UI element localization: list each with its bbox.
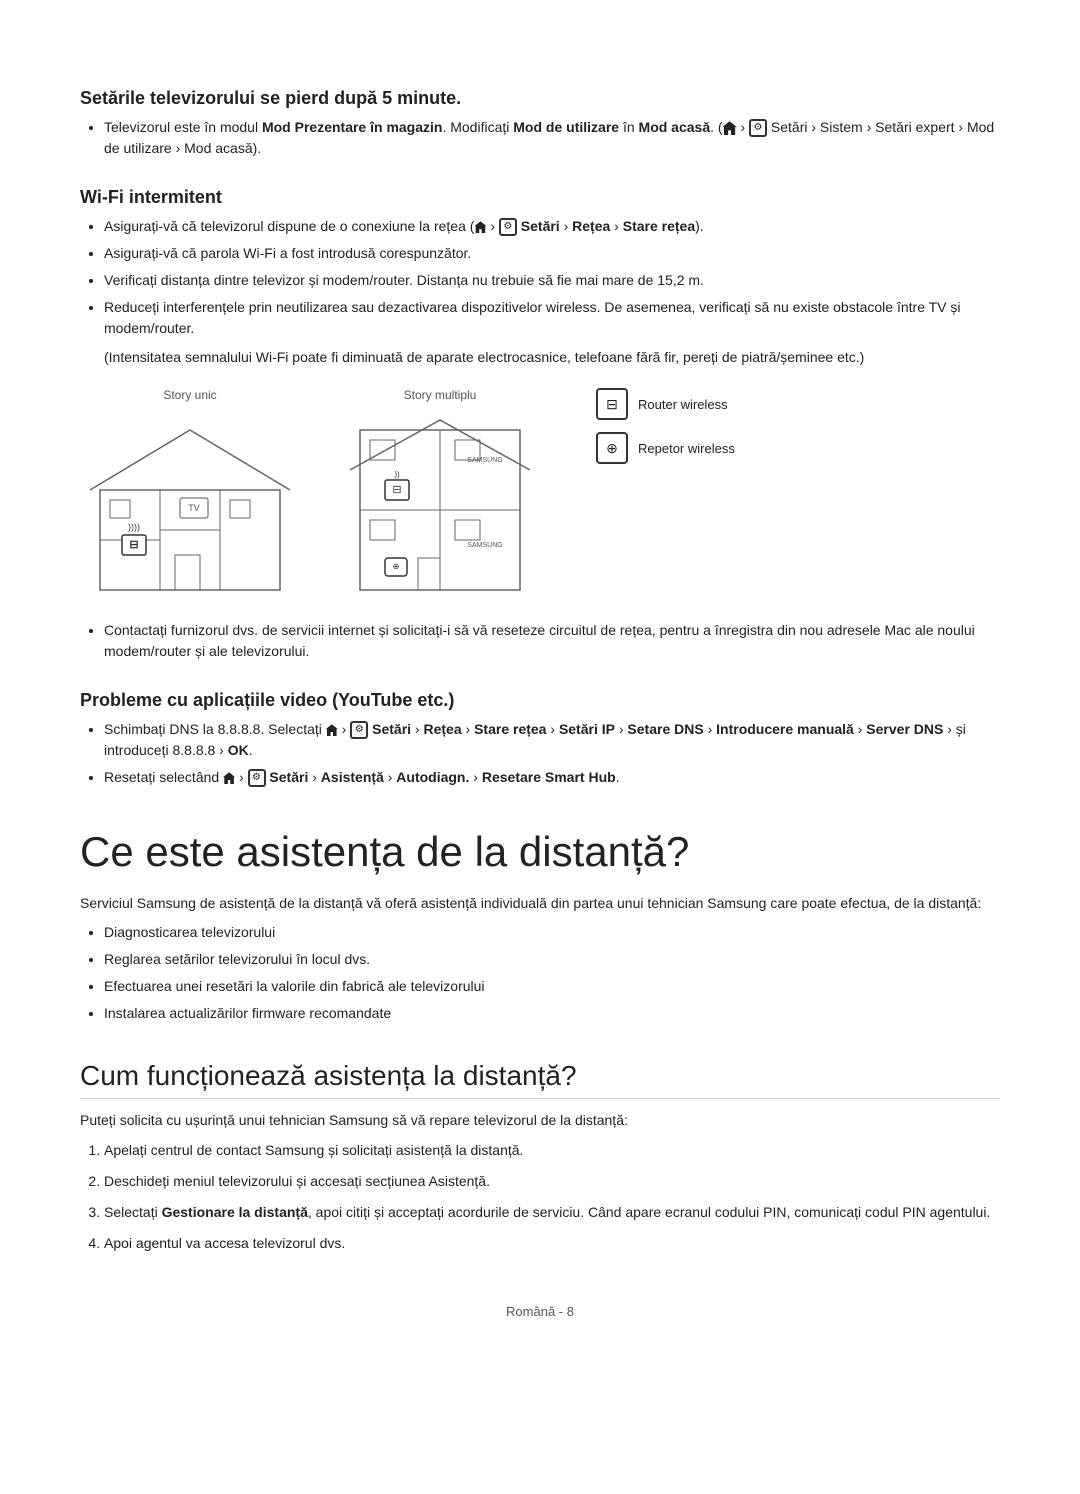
numbered-item-1: Apelați centrul de contact Samsung și so… — [104, 1140, 1000, 1161]
repeater-icon: ⊕ — [596, 432, 628, 464]
section2-contact-bullet: Contactați furnizorul dvs. de servicii i… — [104, 620, 1000, 662]
gear-icon1: ⚙ — [499, 218, 517, 236]
sub-heading: Cum funcționează asistența la distanță? — [80, 1060, 1000, 1099]
svg-text:)))): )))) — [128, 522, 140, 532]
single-story-svg: ⊟ TV )))) — [80, 410, 300, 600]
multi-story-svg: ⊟ SAMSUNG SAMSUNG ⊕ )) — [330, 410, 550, 600]
main-heading: Ce este asistența de la distanță? — [80, 828, 1000, 876]
svg-text:⊕: ⊕ — [393, 562, 400, 571]
numbered-item-4: Apoi agentul va accesa televizorul dvs. — [104, 1233, 1000, 1254]
section-wifi: Wi-Fi intermitent Asigurați-vă că televi… — [80, 187, 1000, 662]
section2-bullet3: Verificați distanța dintre televizor și … — [104, 270, 1000, 291]
svg-text:)): )) — [394, 470, 400, 479]
section2-bullet4: Reduceți interferențele prin neutilizare… — [104, 297, 1000, 339]
main-bullet-4: Instalarea actualizărilor firmware recom… — [104, 1003, 1000, 1024]
svg-text:⊟: ⊟ — [392, 484, 401, 496]
section3-bullets: Schimbați DNS la 8.8.8.8. Selectați › ⚙ … — [104, 719, 1000, 788]
section1-bullet1: Televizorul este în modul Mod Prezentare… — [104, 117, 1000, 159]
legend-router: ⊟ Router wireless — [596, 388, 735, 420]
svg-text:TV: TV — [188, 503, 200, 513]
repeater-label: Repetor wireless — [638, 441, 735, 456]
svg-text:SAMSUNG: SAMSUNG — [467, 457, 502, 464]
diagrams-wrapper: Story unic ⊟ TV — [80, 388, 1000, 600]
legend-repeater: ⊕ Repetor wireless — [596, 432, 735, 464]
section1-heading: Setările televizorului se pierd după 5 m… — [80, 88, 1000, 109]
gear-icon-inline: ⚙ — [749, 119, 767, 137]
svg-text:SAMSUNG: SAMSUNG — [467, 542, 502, 549]
footer: Română - 8 — [80, 1304, 1000, 1319]
section2-bullets: Asigurați-vă că televizorul dispune de o… — [104, 216, 1000, 339]
numbered-item-2: Deschideți meniul televizorului și acces… — [104, 1171, 1000, 1192]
router-icon: ⊟ — [596, 388, 628, 420]
sub-intro: Puteți solicita cu ușurință unui tehnici… — [80, 1109, 1000, 1131]
main-intro: Serviciul Samsung de asistență de la dis… — [80, 892, 1000, 914]
section3-heading: Probleme cu aplicațiile video (YouTube e… — [80, 690, 1000, 711]
section-video-apps: Probleme cu aplicațiile video (YouTube e… — [80, 690, 1000, 788]
gear-icon3: ⚙ — [248, 769, 266, 787]
section2-bullet2: Asigurați-vă că parola Wi-Fi a fost intr… — [104, 243, 1000, 264]
section3-bullet2: Resetați selectând › ⚙ Setări › Asistenț… — [104, 767, 1000, 788]
svg-text:⊟: ⊟ — [129, 539, 138, 551]
legend-section: ⊟ Router wireless ⊕ Repetor wireless — [596, 388, 735, 464]
single-story-label: Story unic — [163, 388, 216, 402]
section1-bullets: Televizorul este în modul Mod Prezentare… — [104, 117, 1000, 159]
numbered-item-3: Selectați Gestionare la distanță, apoi c… — [104, 1202, 1000, 1223]
main-bullets: Diagnosticarea televizorului Reglarea se… — [104, 922, 1000, 1024]
multi-story-container: Story multiplu ⊟ — [330, 388, 550, 600]
section2-contact-bullet-list: Contactați furnizorul dvs. de servicii i… — [104, 620, 1000, 662]
section2-indent-note: (Intensitatea semnalului Wi-Fi poate fi … — [104, 347, 1000, 368]
router-label: Router wireless — [638, 397, 728, 412]
main-bullet-2: Reglarea setărilor televizorului în locu… — [104, 949, 1000, 970]
single-story-container: Story unic ⊟ TV — [80, 388, 300, 600]
gear-icon2: ⚙ — [350, 721, 368, 739]
numbered-list: Apelați centrul de contact Samsung și so… — [104, 1140, 1000, 1254]
multi-story-label: Story multiplu — [404, 388, 477, 402]
section-settings-lost: Setările televizorului se pierd după 5 m… — [80, 88, 1000, 159]
main-bullet-1: Diagnosticarea televizorului — [104, 922, 1000, 943]
section2-heading: Wi-Fi intermitent — [80, 187, 1000, 208]
main-bullet-3: Efectuarea unei resetări la valorile din… — [104, 976, 1000, 997]
section2-bullet1: Asigurați-vă că televizorul dispune de o… — [104, 216, 1000, 237]
section3-bullet1: Schimbați DNS la 8.8.8.8. Selectați › ⚙ … — [104, 719, 1000, 761]
